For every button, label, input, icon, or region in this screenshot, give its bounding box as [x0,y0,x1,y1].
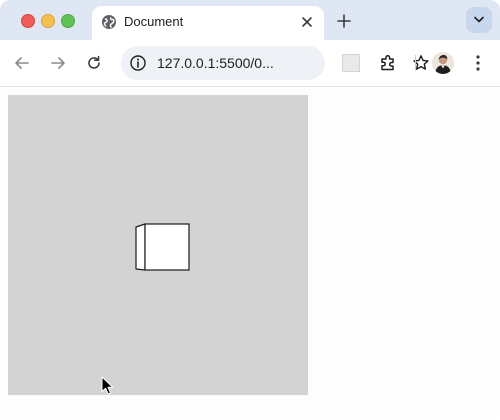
close-icon[interactable] [298,13,316,31]
address-bar[interactable]: 127.0.0.1:5500/0... [121,46,429,80]
avatar[interactable] [432,52,454,74]
tab-title: Document [124,14,184,29]
forward-arrow-icon[interactable] [47,52,69,74]
plus-icon [337,14,351,28]
back-arrow-icon[interactable] [11,52,33,74]
tab-document[interactable]: Document [92,6,324,40]
toolbar-divider [415,55,416,71]
browser-window: Document 127.0.0.1:5500/0... [0,0,500,420]
new-tab-button[interactable] [333,10,355,32]
puzzle-icon[interactable] [378,53,398,73]
minimize-window-button[interactable] [41,14,55,28]
globe-icon [102,15,116,29]
extension-image-icon[interactable] [342,54,360,72]
page-content [0,87,500,420]
browser-toolbar: 127.0.0.1:5500/0... [0,40,500,87]
tab-search-button[interactable] [466,7,492,33]
reload-icon[interactable] [83,52,105,74]
gray-stage [8,95,308,395]
cube-shape [135,223,190,271]
tab-strip: Document [0,0,500,40]
info-icon[interactable] [129,54,147,72]
close-window-button[interactable] [21,14,35,28]
chevron-down-icon [474,16,484,23]
more-vert-icon[interactable] [468,52,488,74]
arrow-cursor-icon [101,376,114,395]
url-text[interactable]: 127.0.0.1:5500/0... [157,54,274,72]
zoom-window-button[interactable] [61,14,75,28]
